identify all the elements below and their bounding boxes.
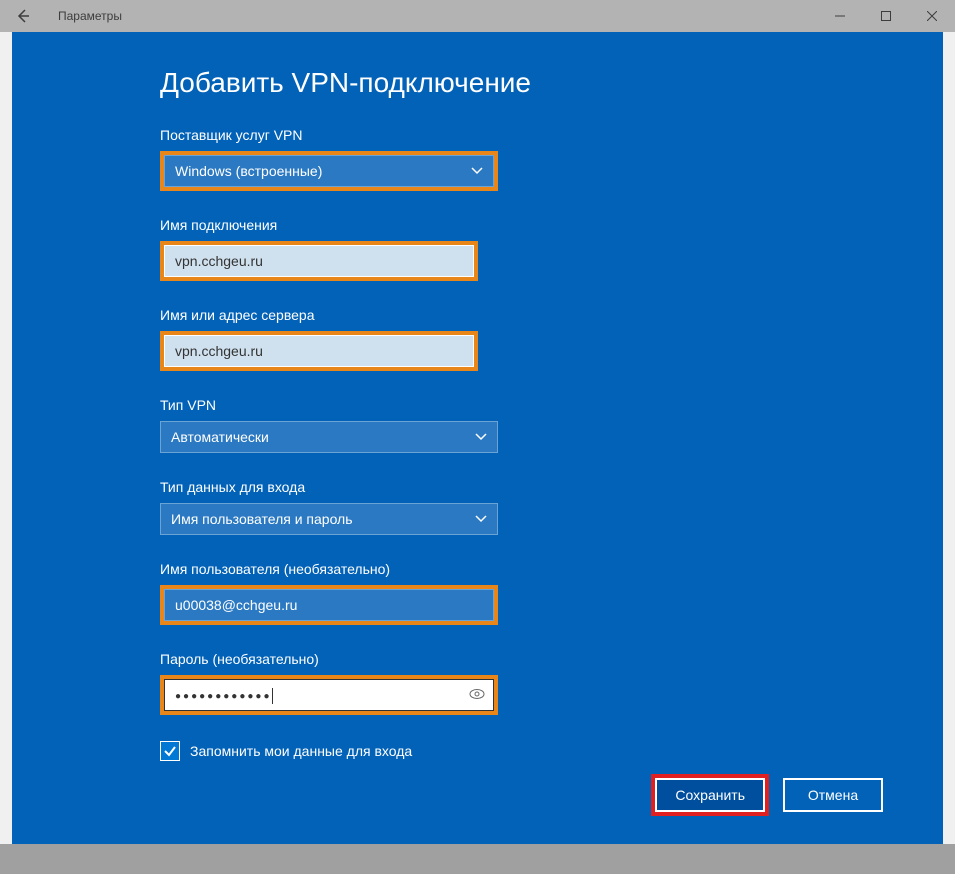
provider-value: Windows (встроенные) xyxy=(175,163,322,179)
server-input[interactable]: vpn.cchgeu.ru xyxy=(164,335,474,367)
server-field: Имя или адрес сервера vpn.cchgeu.ru xyxy=(160,307,883,371)
password-value: ●●●●●●●●●●●● xyxy=(175,691,271,702)
signin-type-value: Имя пользователя и пароль xyxy=(171,511,353,527)
modal-title: Добавить VPN-подключение xyxy=(160,67,883,99)
window-controls xyxy=(817,0,955,32)
close-button[interactable] xyxy=(909,0,955,32)
cancel-button-label: Отмена xyxy=(808,787,858,803)
remember-checkbox[interactable] xyxy=(160,741,180,761)
checkmark-icon xyxy=(163,744,177,758)
maximize-button[interactable] xyxy=(863,0,909,32)
vpn-type-select[interactable]: Автоматически xyxy=(160,421,498,453)
chevron-down-icon xyxy=(471,164,483,178)
signin-type-select[interactable]: Имя пользователя и пароль xyxy=(160,503,498,535)
remember-label: Запомнить мои данные для входа xyxy=(190,743,412,759)
connection-name-value: vpn.cchgeu.ru xyxy=(175,253,263,269)
text-cursor xyxy=(272,688,273,704)
save-button[interactable]: Сохранить xyxy=(655,778,765,812)
highlight-annotation: vpn.cchgeu.ru xyxy=(160,241,478,281)
connection-name-label: Имя подключения xyxy=(160,217,883,233)
provider-select[interactable]: Windows (встроенные) xyxy=(164,155,494,187)
signin-type-field: Тип данных для входа Имя пользователя и … xyxy=(160,479,883,535)
username-field: Имя пользователя (необязательно) u00038@… xyxy=(160,561,883,625)
username-label: Имя пользователя (необязательно) xyxy=(160,561,883,577)
chevron-down-icon xyxy=(475,512,487,526)
back-button[interactable] xyxy=(8,1,38,31)
vpn-type-label: Тип VPN xyxy=(160,397,883,413)
server-value: vpn.cchgeu.ru xyxy=(175,343,263,359)
save-button-label: Сохранить xyxy=(675,787,745,803)
cancel-button[interactable]: Отмена xyxy=(783,778,883,812)
highlight-annotation: Windows (встроенные) xyxy=(160,151,498,191)
vpn-type-value: Автоматически xyxy=(171,429,269,445)
maximize-icon xyxy=(881,11,891,21)
reveal-password-button[interactable] xyxy=(469,687,485,703)
password-input[interactable]: ●●●●●●●●●●●● xyxy=(164,679,494,711)
signin-type-label: Тип данных для входа xyxy=(160,479,883,495)
vpn-type-field: Тип VPN Автоматически xyxy=(160,397,883,453)
provider-label: Поставщик услуг VPN xyxy=(160,127,883,143)
titlebar: Параметры xyxy=(0,0,955,32)
password-field: Пароль (необязательно) ●●●●●●●●●●●● xyxy=(160,651,883,715)
highlight-annotation: ●●●●●●●●●●●● xyxy=(160,675,498,715)
settings-window: Параметры Добавить VPN-подключение Поста… xyxy=(0,0,955,874)
eye-icon xyxy=(469,688,485,700)
highlight-annotation-save: Сохранить xyxy=(651,774,769,816)
server-label: Имя или адрес сервера xyxy=(160,307,883,323)
minimize-icon xyxy=(835,11,845,21)
connection-name-field: Имя подключения vpn.cchgeu.ru xyxy=(160,217,883,281)
highlight-annotation: u00038@cchgeu.ru xyxy=(160,585,498,625)
username-input[interactable]: u00038@cchgeu.ru xyxy=(164,589,494,621)
password-label: Пароль (необязательно) xyxy=(160,651,883,667)
window-title: Параметры xyxy=(58,9,122,23)
connection-name-input[interactable]: vpn.cchgeu.ru xyxy=(164,245,474,277)
dim-overlay-bottom xyxy=(0,844,955,874)
remember-checkbox-row: Запомнить мои данные для входа xyxy=(160,741,883,761)
provider-field: Поставщик услуг VPN Windows (встроенные) xyxy=(160,127,883,191)
highlight-annotation: vpn.cchgeu.ru xyxy=(160,331,478,371)
username-value: u00038@cchgeu.ru xyxy=(175,597,297,613)
minimize-button[interactable] xyxy=(817,0,863,32)
chevron-down-icon xyxy=(475,430,487,444)
add-vpn-modal: Добавить VPN-подключение Поставщик услуг… xyxy=(12,32,943,844)
arrow-left-icon xyxy=(15,8,31,24)
modal-buttons: Сохранить Отмена xyxy=(651,774,883,816)
close-icon xyxy=(927,11,937,21)
